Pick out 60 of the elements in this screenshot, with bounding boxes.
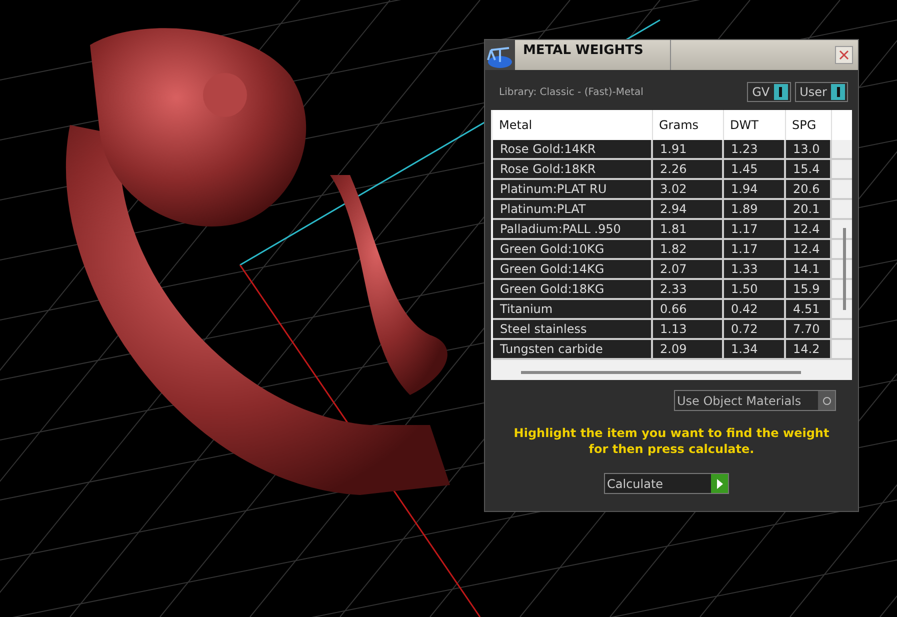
close-button[interactable] <box>835 46 853 64</box>
library-label: Library: Classic - (Fast)-Metal <box>499 86 644 100</box>
table-cell: 4.51 <box>786 300 832 318</box>
table-cell: 12.4 <box>786 240 832 258</box>
table-cell: Platinum:PLAT <box>493 200 653 218</box>
table-cell: 1.17 <box>724 220 786 238</box>
table-cell: 3.02 <box>653 180 724 198</box>
toggle-button[interactable]: GV <box>747 82 791 102</box>
object-materials-toggle[interactable]: Use Object Materials <box>674 390 836 411</box>
table-cell: Rose Gold:18KR <box>493 160 653 178</box>
table-cell: Green Gold:18KG <box>493 280 653 298</box>
play-icon <box>711 474 728 493</box>
vertical-scrollbar[interactable] <box>843 228 846 310</box>
table-cell: Titanium <box>493 300 653 318</box>
table-cell: 0.42 <box>724 300 786 318</box>
table-cell: 14.1 <box>786 260 832 278</box>
calculate-button[interactable]: Calculate <box>604 473 729 494</box>
table-cell: 1.17 <box>724 240 786 258</box>
table-cell: Platinum:PLAT RU <box>493 180 653 198</box>
table-cell: 2.09 <box>653 340 724 358</box>
table-cell: 2.94 <box>653 200 724 218</box>
table-cell: 1.23 <box>724 140 786 158</box>
table-cell: 20.6 <box>786 180 832 198</box>
toggle-indicator-icon <box>831 84 845 100</box>
table-cell: 0.72 <box>724 320 786 338</box>
table-cell: 1.13 <box>653 320 724 338</box>
close-icon <box>839 50 849 60</box>
table-cell: 12.4 <box>786 220 832 238</box>
table-cell: 1.89 <box>724 200 786 218</box>
table-cell: 1.33 <box>724 260 786 278</box>
table-cell: 2.26 <box>653 160 724 178</box>
table-cell: 1.45 <box>724 160 786 178</box>
table-cell: 1.50 <box>724 280 786 298</box>
table-cell: Rose Gold:14KR <box>493 140 653 158</box>
table-cell: 7.70 <box>786 320 832 338</box>
table-cell: Palladium:PALL .950 <box>493 220 653 238</box>
table-cell: 1.34 <box>724 340 786 358</box>
table-cell: 1.82 <box>653 240 724 258</box>
table-cell: 20.1 <box>786 200 832 218</box>
table-cell: 1.94 <box>724 180 786 198</box>
table-cell: 14.2 <box>786 340 832 358</box>
table-cell: 15.9 <box>786 280 832 298</box>
table-cell: 2.33 <box>653 280 724 298</box>
table-cell: 0.66 <box>653 300 724 318</box>
window-title: METAL WEIGHTS <box>523 40 671 70</box>
table-cell: 2.07 <box>653 260 724 278</box>
horizontal-scrollbar[interactable] <box>521 371 801 374</box>
scale-icon <box>485 40 515 70</box>
instruction-text: Highlight the item you want to find the weight for then press calculate. <box>512 425 830 457</box>
table-cell: 1.91 <box>653 140 724 158</box>
toggle-indicator-icon <box>774 84 788 100</box>
table-cell: 15.4 <box>786 160 832 178</box>
table-cell: 1.81 <box>653 220 724 238</box>
table-cell: Green Gold:10KG <box>493 240 653 258</box>
toggle-button[interactable]: User <box>794 82 848 102</box>
table-cell: Green Gold:14KG <box>493 260 653 278</box>
radio-icon <box>818 391 835 410</box>
table-cell: 13.0 <box>786 140 832 158</box>
table-cell: Steel stainless <box>493 320 653 338</box>
table-cell: Tungsten carbide <box>493 340 653 358</box>
